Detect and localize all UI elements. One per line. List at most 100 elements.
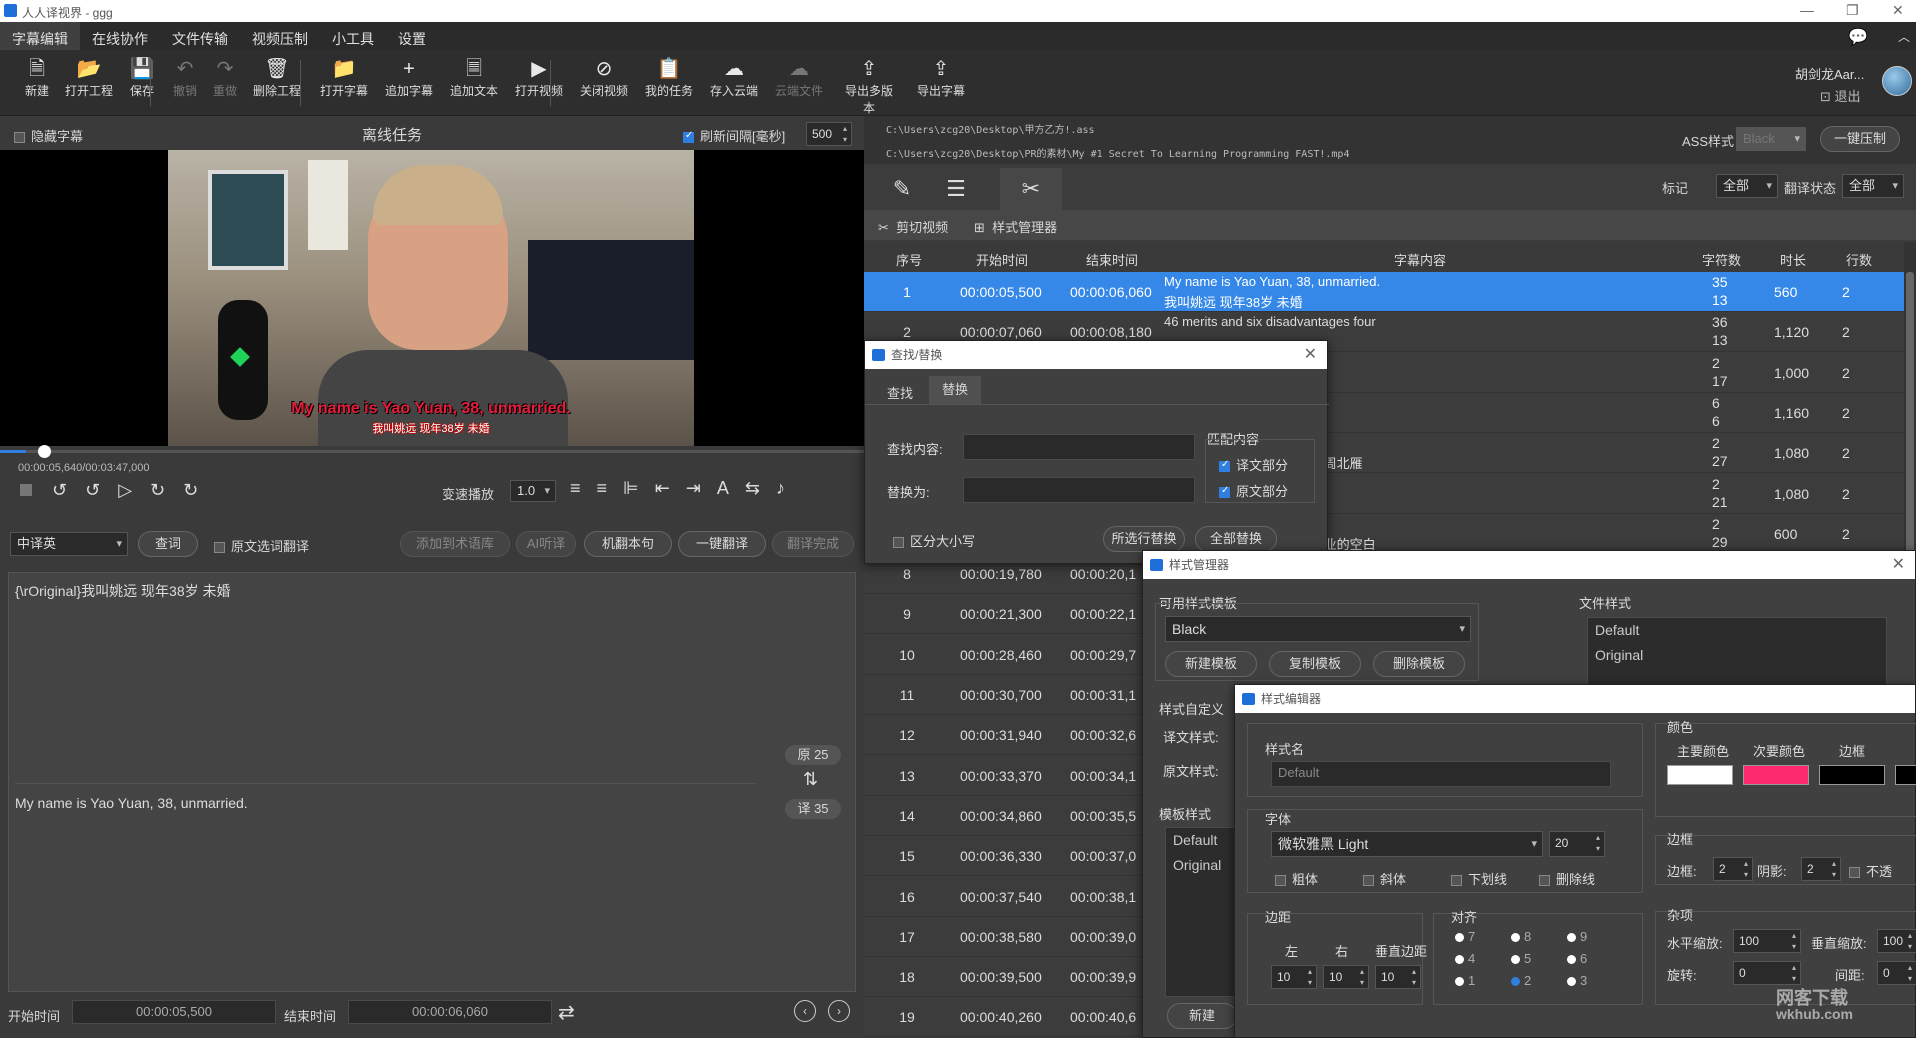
restore-button[interactable]: ❐ — [1846, 2, 1859, 19]
new-style-button[interactable]: 新建 — [1167, 1003, 1237, 1029]
align-top-icon[interactable]: ≡ — [570, 478, 597, 498]
start-time-input[interactable]: 00:00:05,500 — [72, 1000, 276, 1024]
list-item[interactable]: Original — [1588, 643, 1886, 668]
style-name-input[interactable]: Default — [1271, 761, 1611, 787]
tab-find[interactable]: 查找 — [887, 383, 913, 402]
shadow-input[interactable]: 2 — [1801, 857, 1841, 881]
margin-vertical-input[interactable]: 10 — [1375, 965, 1421, 989]
prev-icon[interactable]: ⇤ — [655, 478, 686, 498]
toolbar-button-13[interactable]: ☁ 云端文件 — [770, 56, 828, 99]
toolbar-button-14[interactable]: ⇪ 导出多版本 — [840, 56, 898, 116]
toolbar-button-6[interactable]: 📁 打开字幕 — [315, 56, 373, 99]
toolbar-button-7[interactable]: + 追加字幕 — [380, 56, 438, 99]
delete-template-button[interactable]: 删除模板 — [1373, 651, 1465, 677]
copy-template-button[interactable]: 复制模板 — [1269, 651, 1361, 677]
toolbar-button-1[interactable]: 📂 打开工程 — [60, 56, 118, 99]
align-radio-7[interactable]: 7 — [1455, 929, 1475, 944]
translation-text[interactable]: My name is Yao Yuan, 38, unmarried. — [15, 795, 248, 811]
user-name[interactable]: 胡剑龙Aar... — [1795, 64, 1864, 83]
next-subtitle-icon[interactable]: › — [828, 1000, 850, 1022]
swap-text-icon[interactable]: ⇅ — [803, 769, 818, 790]
next-icon[interactable]: ⇥ — [686, 478, 717, 498]
stop-button[interactable] — [20, 484, 32, 496]
toolbar-button-4[interactable]: ↷ 重做 — [196, 56, 254, 99]
style-manager-tool[interactable]: ⊞ 样式管理器 — [974, 217, 1057, 236]
align-radio-9[interactable]: 9 — [1567, 929, 1587, 944]
ai-listen-button[interactable]: AI听译 — [516, 531, 576, 557]
tools-icon[interactable]: ✂ — [1000, 168, 1062, 210]
toolbar-button-12[interactable]: ☁ 存入云端 — [705, 56, 763, 99]
minimize-button[interactable]: — — [1800, 2, 1814, 18]
align-radio-1[interactable]: 1 — [1455, 973, 1475, 988]
bold-checkbox[interactable]: 粗体 — [1275, 869, 1318, 888]
menu-video-compress[interactable]: 视频压制 — [252, 29, 308, 49]
add-term-button[interactable]: 添加到术语库 — [400, 531, 510, 557]
forward-5-icon[interactable]: ↻ — [183, 480, 216, 500]
menu-settings[interactable]: 设置 — [398, 29, 426, 49]
align-radio-5[interactable]: 5 — [1511, 951, 1531, 966]
align-middle-icon[interactable]: ≡ — [597, 478, 624, 498]
primary-color-swatch[interactable] — [1667, 765, 1733, 785]
forward-1-icon[interactable]: ↻ — [150, 480, 183, 500]
subtitle-editor[interactable]: {\rOriginal}我叫姚远 现年38岁 未婚 My name is Yao… — [8, 572, 856, 992]
rewind-1-icon[interactable]: ↺ — [85, 480, 118, 500]
seek-handle[interactable] — [37, 445, 51, 458]
toolbar-button-11[interactable]: 📋 我的任务 — [640, 56, 698, 99]
menu-subtitle-edit[interactable]: 字幕编辑 — [12, 29, 68, 49]
toolbar-button-9[interactable]: ▶ 打开视频 — [510, 56, 568, 99]
lookup-button[interactable]: 查词 — [138, 531, 198, 557]
underline-checkbox[interactable]: 下划线 — [1451, 869, 1507, 888]
avatar[interactable] — [1882, 66, 1912, 96]
seek-bar[interactable] — [0, 450, 864, 453]
italic-checkbox[interactable]: 斜体 — [1363, 869, 1406, 888]
collapse-icon[interactable]: ︿ — [1898, 28, 1910, 45]
font-size-input[interactable]: 20 — [1549, 831, 1605, 857]
align-radio-4[interactable]: 4 — [1455, 951, 1475, 966]
orig-select-toggle[interactable]: 原文选词翻译 — [214, 536, 309, 555]
ass-style-select[interactable]: Black — [1736, 127, 1806, 151]
mark-select[interactable]: 全部 — [1716, 174, 1778, 198]
h-scale-input[interactable]: 100 — [1733, 929, 1801, 953]
menu-file-transfer[interactable]: 文件传输 — [172, 29, 228, 49]
list-item[interactable]: Default — [1588, 618, 1886, 643]
align-radio-6[interactable]: 6 — [1567, 951, 1587, 966]
opaque-checkbox[interactable]: 不透 — [1849, 861, 1892, 880]
close-button[interactable]: ✕ — [1892, 2, 1904, 19]
spacing-input[interactable]: 0 — [1877, 961, 1916, 985]
speed-select[interactable]: 1.0 — [510, 480, 556, 502]
translate-done-button[interactable]: 翻译完成 — [772, 531, 854, 557]
toolbar-button-10[interactable]: ⊘ 关闭视频 — [575, 56, 633, 99]
rewind-5-icon[interactable]: ↺ — [52, 480, 85, 500]
volume-icon[interactable]: ♪ — [776, 478, 801, 498]
close-icon[interactable]: ✕ — [1304, 341, 1317, 369]
replace-selected-button[interactable]: 所选行替换 — [1103, 526, 1185, 552]
align-radio-8[interactable]: 8 — [1511, 929, 1531, 944]
logout-link[interactable]: ⊡ 退出 — [1820, 86, 1861, 105]
chat-icon[interactable]: 💬 — [1848, 27, 1868, 47]
original-part-checkbox[interactable]: 原文部分 — [1219, 481, 1288, 500]
table-row[interactable]: 1 00:00:05,500 00:00:06,060 My name is Yao … — [864, 272, 1904, 312]
find-input[interactable] — [963, 434, 1195, 460]
align-left-icon[interactable]: ⊫ — [623, 478, 655, 498]
font-select[interactable]: 微软雅黑 Light — [1271, 831, 1543, 857]
toolbar-button-5[interactable]: 🗑 删除工程 — [248, 56, 306, 99]
template-select[interactable]: Black — [1165, 616, 1471, 642]
toolbar-button-0[interactable]: 🗎 新建 — [8, 56, 66, 99]
v-scale-input[interactable]: 100 — [1877, 929, 1916, 953]
machine-translate-button[interactable]: 机翻本句 — [584, 531, 672, 557]
list-icon[interactable]: ☰ — [932, 168, 980, 210]
translation-part-checkbox[interactable]: 译文部分 — [1219, 455, 1288, 474]
video-player[interactable]: My name is Yao Yuan, 38, unmarried. 我叫姚远… — [0, 150, 864, 446]
original-text[interactable]: {\rOriginal}我叫姚远 现年38岁 未婚 — [15, 581, 231, 601]
one-click-translate-button[interactable]: 一键翻译 — [678, 531, 766, 557]
new-template-button[interactable]: 新建模板 — [1165, 651, 1257, 677]
refresh-toggle[interactable]: 刷新间隔[毫秒] — [683, 126, 785, 145]
secondary-color-swatch[interactable] — [1743, 765, 1809, 785]
play-icon[interactable]: ▷ — [118, 480, 150, 500]
pencil-icon[interactable]: ✎ — [878, 168, 926, 210]
prev-subtitle-icon[interactable]: ‹ — [794, 1000, 816, 1022]
replace-input[interactable] — [963, 477, 1195, 503]
end-time-input[interactable]: 00:00:06,060 — [348, 1000, 552, 1024]
language-select[interactable]: 中译英 — [10, 532, 128, 556]
toolbar-button-8[interactable]: 🗏 追加文本 — [445, 56, 503, 99]
